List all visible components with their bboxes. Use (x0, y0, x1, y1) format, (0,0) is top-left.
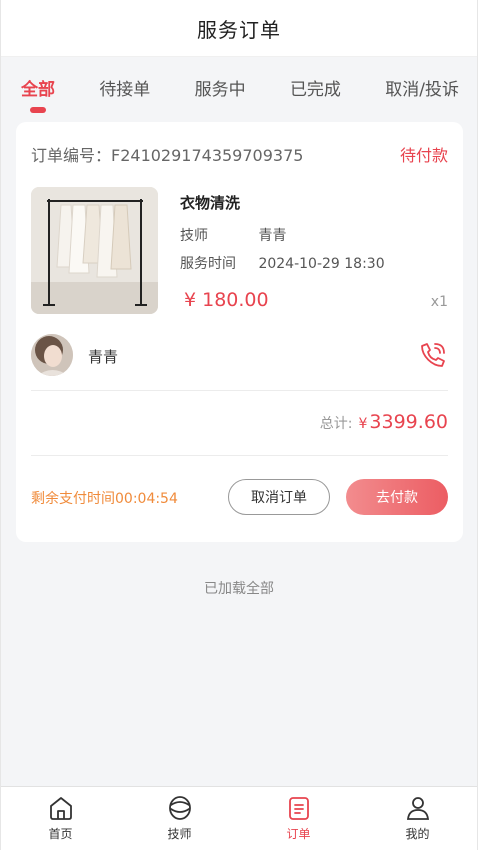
total-row: 总计: ¥3399.60 (320, 411, 448, 433)
clothes-rack-image (31, 187, 158, 314)
page-header: 服务订单 (1, 0, 477, 57)
nav-technician-label: 技师 (167, 827, 192, 841)
tab-all-label: 全部 (21, 79, 55, 100)
pay-button[interactable]: 去付款 (346, 479, 448, 515)
profile-icon (406, 797, 429, 820)
technician-name[interactable]: 青青 (88, 346, 118, 367)
tab-in-service[interactable]: 服务中 (195, 57, 246, 117)
tab-pending-accept-label: 待接单 (99, 79, 151, 100)
technician-value: 青青 (258, 228, 287, 244)
tab-completed[interactable]: 已完成 (290, 57, 341, 117)
tab-cancel-complaint-label: 取消/投诉 (385, 79, 459, 100)
avatar-image (31, 334, 73, 376)
nav-home[interactable]: 首页 (31, 795, 91, 842)
nav-profile-label: 我的 (405, 827, 430, 841)
order-card[interactable]: 订单编号：F241029174359709375 待付款 衣物清洗 技师 青青 … (16, 122, 463, 542)
total-currency: ¥ (358, 416, 368, 432)
total-amount: 3399.60 (369, 411, 448, 433)
service-time-value: 2024-10-29 18:30 (258, 256, 385, 272)
app-root: 服务订单 全部 待接单 服务中 已完成 取消/投诉 订单编号：F24102917… (0, 0, 478, 850)
service-time-label: 服务时间 (180, 256, 236, 272)
payment-countdown: 剩余支付时间00:04:54 (31, 491, 178, 507)
order-tabs: 全部 待接单 服务中 已完成 取消/投诉 (1, 57, 477, 117)
active-tab-indicator (30, 107, 46, 113)
total-value: ¥3399.60 (359, 411, 449, 433)
tab-completed-label: 已完成 (289, 79, 341, 100)
technician-row: 技师 青青 (180, 225, 286, 245)
cancel-order-button[interactable]: 取消订单 (228, 479, 330, 515)
bottom-nav: 首页 技师 订单 我的 (1, 786, 477, 850)
all-loaded-text: 已加载全部 (204, 581, 274, 597)
technician-icon (168, 796, 191, 820)
divider (31, 455, 448, 456)
service-thumbnail (31, 187, 158, 314)
order-number: 订单编号：F241029174359709375 (31, 146, 304, 165)
order-status: 待付款 (399, 146, 448, 165)
service-time-row: 服务时间 2024-10-29 18:30 (180, 253, 385, 273)
page-title: 服务订单 (197, 17, 281, 42)
nav-profile[interactable]: 我的 (388, 795, 448, 842)
service-name: 衣物清洗 (180, 194, 241, 212)
tab-pending-accept[interactable]: 待接单 (99, 57, 150, 117)
nav-orders[interactable]: 订单 (269, 795, 329, 842)
home-icon (49, 797, 72, 820)
nav-technician[interactable]: 技师 (150, 795, 210, 842)
service-price: ¥ 180.00 (184, 289, 269, 311)
tab-in-service-label: 服务中 (194, 79, 246, 100)
order-header-row: 订单编号：F241029174359709375 待付款 (31, 142, 448, 166)
tab-cancel-complaint[interactable]: 取消/投诉 (385, 57, 459, 117)
technician-avatar[interactable] (31, 334, 73, 376)
service-quantity: x1 (430, 294, 448, 310)
nav-orders-label: 订单 (286, 827, 311, 841)
phone-icon[interactable] (418, 340, 448, 370)
tab-all[interactable]: 全部 (21, 57, 55, 117)
order-icon (288, 797, 309, 820)
technician-label: 技师 (180, 228, 208, 244)
total-label: 总计: (319, 416, 353, 432)
nav-home-label: 首页 (48, 827, 73, 841)
divider (31, 390, 448, 391)
